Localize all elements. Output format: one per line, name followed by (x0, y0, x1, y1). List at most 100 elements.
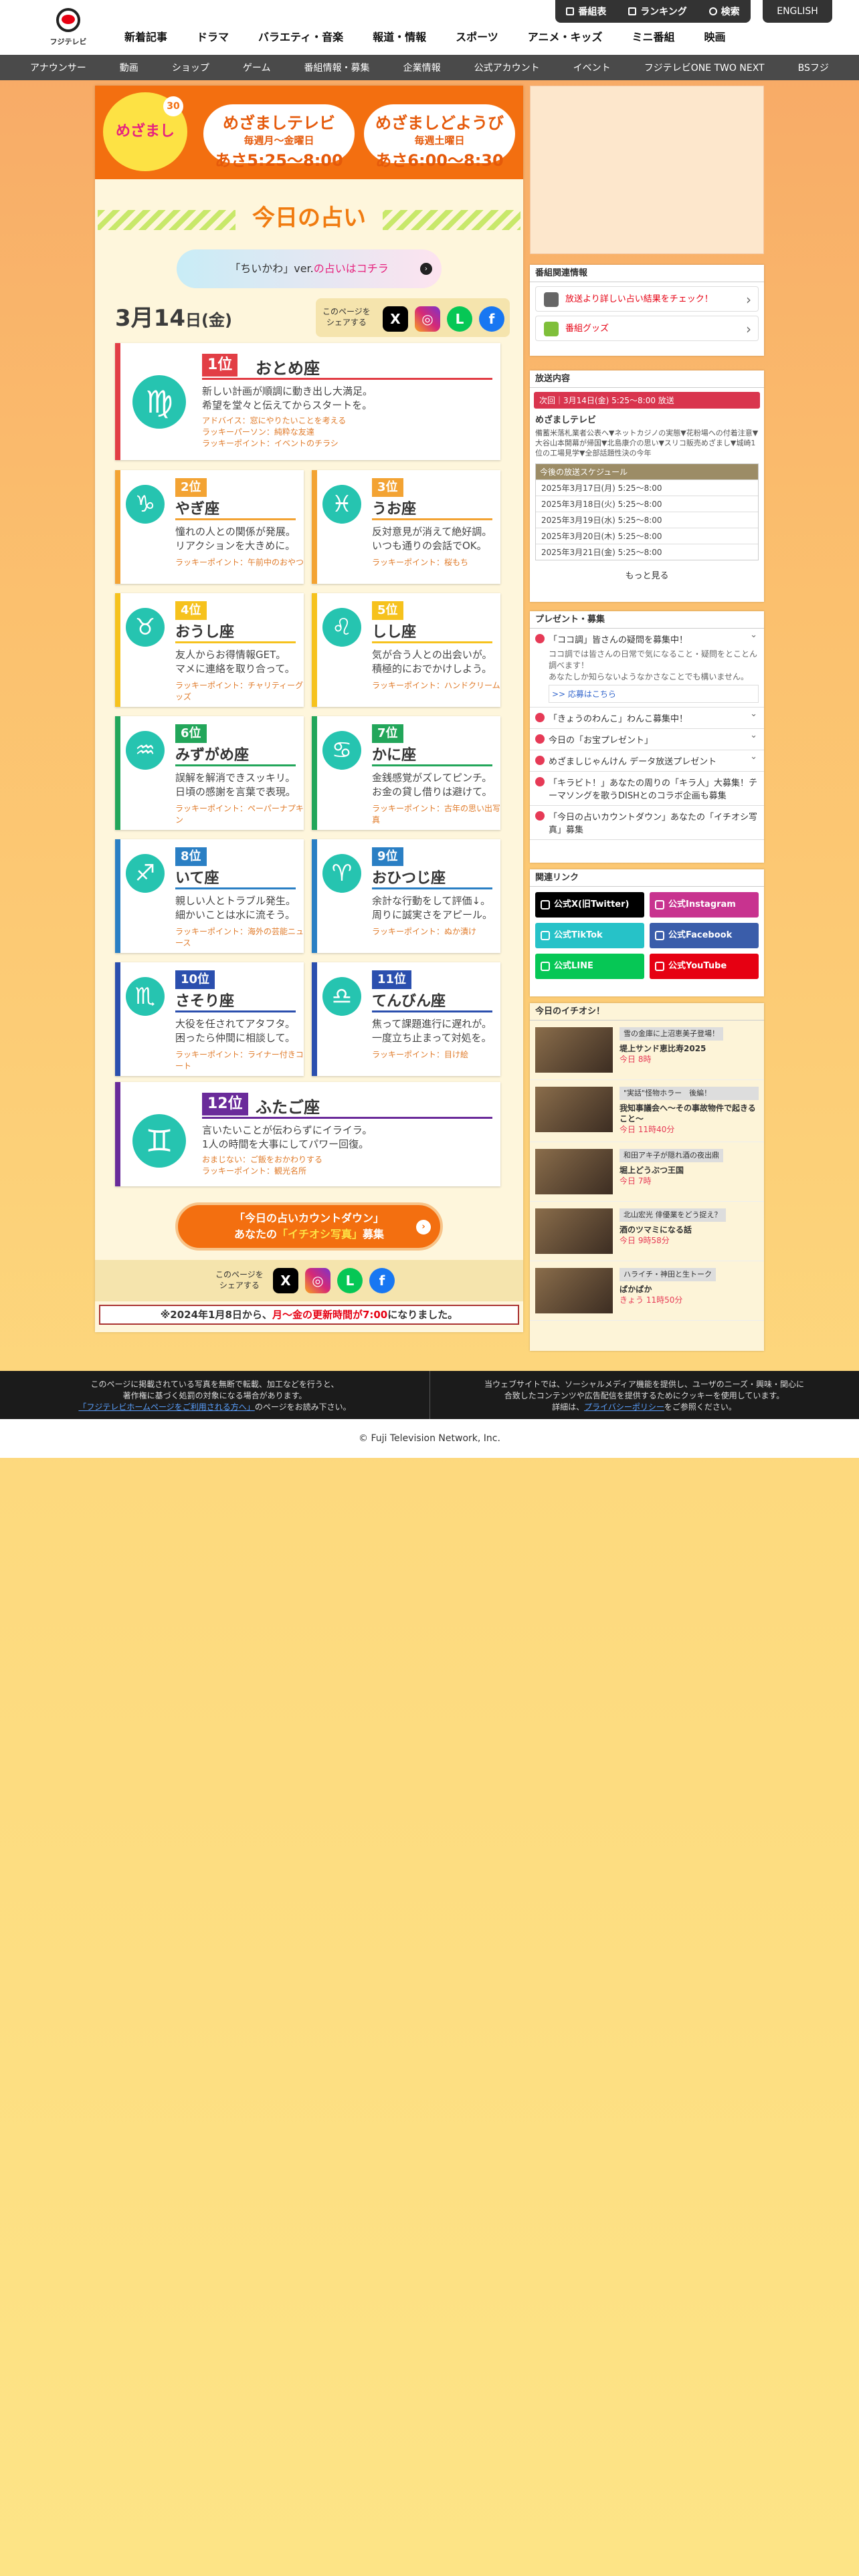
nav-item[interactable]: 報道・情報 (373, 28, 426, 44)
fortune-card: ♑ 2位 やぎ座 憧れの人との関係が発展。 リアクションを大きめに。 ラッキーポイ… (115, 470, 304, 584)
pick-time: きょう 11時50分 (619, 1295, 683, 1305)
tiktok-link[interactable]: 公式TikTok (535, 923, 644, 948)
present-item[interactable]: 今日の「お宝プレゼント」 (530, 729, 764, 750)
search-link[interactable]: 検索 (708, 5, 740, 18)
privacy-link[interactable]: プライバシーポリシー (584, 1402, 664, 1412)
present-box: プレゼント・募集 「ココ調」皆さんの疑問を募集中！ ココ調では皆さんの日常で気にな… (530, 611, 764, 863)
instagram-share-icon[interactable]: ◎ (415, 306, 440, 332)
nav-item[interactable]: スポーツ (456, 28, 498, 44)
footer-right: 当ウェブサイトでは、ソーシャルメディア機能を提供し、ユーザのニーズ・興味・関心に… (430, 1379, 859, 1413)
nav-item[interactable]: 映画 (704, 28, 725, 44)
goods-button[interactable]: 番組グッズ (535, 316, 759, 342)
tv-guide-icon (566, 7, 575, 15)
share-bar: このページを シェアする X ◎ L f (316, 298, 510, 337)
ranking-link[interactable]: ランキング (628, 5, 687, 18)
english-button[interactable]: ENGLISH (763, 0, 832, 23)
rank-badge: 2位 (175, 478, 207, 497)
chiikawa-label: 「ちいかわ」ver. (229, 262, 314, 275)
program-banner[interactable]: めざまし 30 めざましテレビ 毎週月〜金曜日 あさ5:25〜8:00 めざましど… (95, 86, 523, 179)
chiikawa-link[interactable]: 「ちいかわ」ver.の占いはコチラ › (177, 249, 442, 288)
present-item[interactable]: 「きょうのわんこ」わんこ募集中！ (530, 708, 764, 729)
social-links: 公式X(旧Twitter) 公式Instagram 公式TikTok 公式Fac… (530, 887, 764, 984)
nav-item[interactable]: ドラマ (197, 28, 229, 44)
detail-fortune-button[interactable]: 放送より詳しい占い結果をチェック！ (535, 286, 759, 312)
date-weekday: (金) (201, 311, 232, 330)
fortune-card: ♍ 1位 おとめ座 新しい計画が順調に動き出し大満足。 希望を堂々と伝えてからス… (115, 343, 500, 460)
share-label: このページを シェアする (215, 1270, 264, 1290)
instagram-share-icon[interactable]: ◎ (305, 1268, 330, 1293)
subnav-item[interactable]: イベント (573, 61, 611, 74)
present-title: 「ココ調」皆さんの疑問を募集中！ (549, 635, 688, 645)
subnav-item[interactable]: 動画 (120, 61, 138, 74)
arrow-right-icon: › (416, 1220, 431, 1235)
more-link[interactable]: もっと見る (530, 563, 764, 586)
fortune-main: めざまし 30 めざましテレビ 毎週月〜金曜日 あさ5:25〜8:00 めざましど… (95, 86, 523, 1332)
subnav-item[interactable]: 企業情報 (403, 61, 441, 74)
sign-name: さそり座 (175, 993, 235, 1010)
present-item[interactable]: めざましじゃんけん データ放送プレゼント (530, 750, 764, 772)
sign-description: 余計な行動をして評価↓。 周りに誠実さをアピール。 (372, 895, 493, 921)
present-item[interactable]: 「ココ調」皆さんの疑問を募集中！ ココ調では皆さんの日常で気になること・疑問をとこ… (530, 629, 764, 708)
pick-tag: 北山宏光 俳優業をどう捉え？ (619, 1208, 726, 1222)
terms-link[interactable]: 「フジテレビホームページをご利用される方へ」 (78, 1402, 254, 1412)
site-header: フジテレビ 新着記事 ドラマ バラエティ・音楽 報道・情報 スポーツ アニメ・キ… (0, 0, 859, 55)
countdown-line2: あなたの「イチオシ写真」募集 (178, 1226, 440, 1243)
instagram-link[interactable]: 公式Instagram (650, 892, 759, 918)
present-item[interactable]: 「今日の占いカウントダウン」あなたの「イチオシ写真」募集 (530, 806, 764, 840)
subnav-item[interactable]: アナウンサー (30, 61, 86, 74)
pick-item[interactable]: 雪の金庫に上沼恵美子登場！ 堤上サンド恵比寿2025 今日 8時 (530, 1021, 764, 1080)
countdown-photo-button[interactable]: 「今日の占いカウントダウン」 あなたの「イチオシ写真」募集 › (175, 1202, 443, 1251)
present-item[interactable]: 「キラビト！」あなたの周りの「キラ人」大募集！テーマソングを歌うDISHとのコラ… (530, 772, 764, 806)
fortune-card: ♒ 6位 みずがめ座 誤解を解消できスッキリ。 日頃の感謝を言葉で表現。 ラッキー… (115, 716, 304, 830)
fortune-card: ♐ 8位 いて座 親しい人とトラブル発生。 細かいことは水に流そう。 ラッキーポイ… (115, 839, 304, 953)
youtube-link[interactable]: 公式YouTube (650, 954, 759, 979)
nav-item[interactable]: アニメ・キッズ (528, 28, 603, 44)
crown-icon (628, 7, 637, 15)
subnav-item[interactable]: ショップ (172, 61, 209, 74)
sign-name: ふたご座 (256, 1098, 320, 1117)
lucky-point: ラッキーポイント：古年の思い出写真 (372, 804, 501, 825)
line-share-icon[interactable]: L (447, 306, 472, 332)
pick-item[interactable]: ハライチ・神田と生トーク ぱかぱか きょう 11時50分 (530, 1261, 764, 1321)
pick-item[interactable]: 北山宏光 俳優業をどう捉え？ 酒のツマミになる話 今日 9時58分 (530, 1202, 764, 1261)
nav-item[interactable]: ミニ番組 (632, 28, 674, 44)
pill-time: あさ5:25〜8:00 (215, 151, 343, 170)
line-share-icon[interactable]: L (337, 1268, 363, 1293)
sign-name: おうし座 (175, 624, 235, 641)
nav-item[interactable]: 新着記事 (124, 28, 167, 44)
nav-item[interactable]: バラエティ・音楽 (258, 28, 343, 44)
x-share-icon[interactable]: X (383, 306, 408, 332)
pill-days: 毎週月〜金曜日 (244, 134, 314, 146)
subnav-item[interactable]: ゲーム (243, 61, 271, 74)
pick-tag: "実話"怪物ホラー 後編！ (619, 1087, 759, 1100)
box-header: 関連リンク (530, 869, 764, 887)
subnav-item[interactable]: 番組情報・募集 (304, 61, 370, 74)
tool-label: 番組表 (578, 7, 607, 17)
link-label: 公式YouTube (668, 961, 727, 971)
lucky-advice: アドバイス：窓にやりたいことを考える (202, 416, 347, 425)
tv-guide-link[interactable]: 番組表 (566, 5, 606, 18)
subnav-item[interactable]: BSフジ (798, 61, 829, 74)
pick-item[interactable]: "実話"怪物ホラー 後編！ 我知事議会へ〜その事故物件で起きること〜 今日 11時4… (530, 1080, 764, 1142)
subnav-item[interactable]: フジテレビONE TWO NEXT (644, 61, 765, 74)
search-icon (708, 7, 717, 15)
logo-text: フジテレビ (50, 37, 87, 46)
rank-badge: 7位 (372, 724, 403, 743)
facebook-share-icon[interactable]: f (479, 306, 504, 332)
line-link[interactable]: 公式LINE (535, 954, 644, 979)
facebook-link[interactable]: 公式Facebook (650, 923, 759, 948)
apply-link[interactable]: >> 応募はこちら (549, 685, 759, 703)
fujitv-logo[interactable]: フジテレビ (47, 5, 90, 47)
pick-thumbnail (535, 1087, 613, 1132)
share-label: このページを シェアする (322, 307, 371, 327)
subnav-item[interactable]: 公式アカウント (474, 61, 540, 74)
rank-color-bar (115, 962, 120, 1076)
name-underline (175, 518, 296, 520)
sign-description: 焦って課題進行に遅れが。 一度立ち止まって対処を。 (372, 1018, 492, 1044)
sign-description: 友人からお得情報GET。 マメに連絡を取り合って。 (175, 649, 295, 675)
x-link[interactable]: 公式X(旧Twitter) (535, 892, 644, 918)
pick-item[interactable]: 和田アキ子が隠れ酒の夜出鼎 堀上どうぶつ王国 今日 7時 (530, 1142, 764, 1202)
facebook-share-icon[interactable]: f (369, 1268, 395, 1293)
x-share-icon[interactable]: X (273, 1268, 298, 1293)
pick-text: 雪の金庫に上沼恵美子登場！ 堤上サンド恵比寿2025 今日 8時 (619, 1027, 723, 1073)
